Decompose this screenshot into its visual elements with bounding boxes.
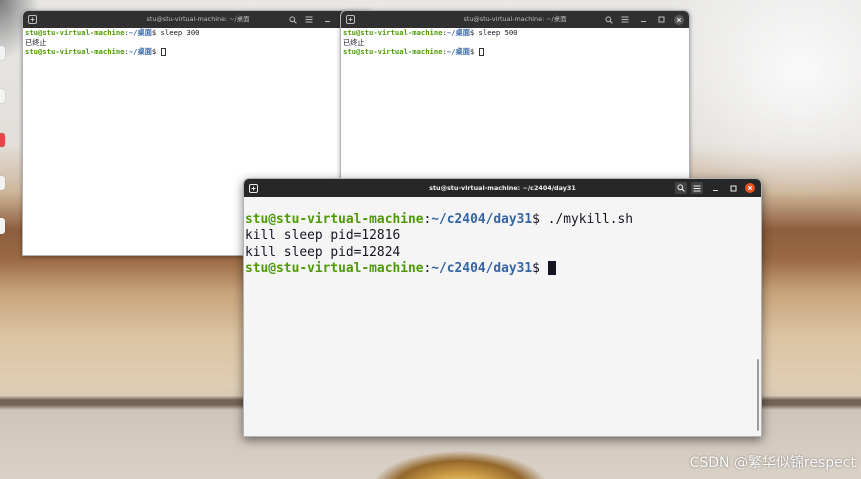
output-text: kill sleep pid=12824 <box>245 244 401 260</box>
maximize-icon[interactable] <box>727 182 739 194</box>
prompt-path: ~/桌面 <box>446 47 470 56</box>
command-text: $ sleep 500 <box>469 28 518 37</box>
prompt-line: stu@stu-virtual-machine:~/桌面$ <box>343 47 689 57</box>
command-text: $ <box>469 47 479 56</box>
output-line: 已终止 <box>343 38 689 48</box>
prompt-path: ~/桌面 <box>128 28 152 37</box>
prompt-user: stu@stu-virtual-machine <box>25 28 125 37</box>
prompt-user: stu@stu-virtual-machine <box>245 260 424 276</box>
title-bar[interactable]: stu@stu-virtual-machine: ~/c2404/day31 <box>244 179 761 197</box>
output-line: kill sleep pid=12824 <box>245 245 761 261</box>
close-icon[interactable] <box>744 182 756 194</box>
command-text: $ ./mykill.sh <box>532 212 634 227</box>
minimize-icon[interactable] <box>637 14 649 26</box>
menu-icon[interactable] <box>303 14 315 26</box>
minimize-icon[interactable] <box>321 14 333 26</box>
output-text: 已终止 <box>343 37 365 47</box>
command-text: $ sleep 300 <box>151 28 200 37</box>
output-line: kill sleep pid=12816 <box>245 228 761 244</box>
close-icon[interactable] <box>673 14 685 26</box>
search-icon[interactable] <box>287 14 299 26</box>
desktop-app-icon[interactable] <box>0 176 5 190</box>
output-line: 已终止 <box>25 38 373 48</box>
prompt-user: stu@stu-virtual-machine <box>343 28 443 37</box>
prompt-path: ~/桌面 <box>446 28 470 37</box>
terminal-output[interactable]: stu@stu-virtual-machine:~/c2404/day31$ .… <box>244 197 761 436</box>
prompt-line: stu@stu-virtual-machine:~/桌面$ <box>25 47 373 57</box>
prompt-user: stu@stu-virtual-machine <box>25 47 125 56</box>
command-text: $ <box>151 47 161 56</box>
desktop-app-icon[interactable] <box>0 46 5 60</box>
maximize-icon[interactable] <box>655 14 667 26</box>
menu-icon[interactable] <box>619 14 631 26</box>
menu-icon[interactable] <box>691 182 703 194</box>
prompt-user: stu@stu-virtual-machine <box>245 212 424 227</box>
search-icon[interactable] <box>675 182 687 194</box>
terminal-window-front[interactable]: stu@stu-virtual-machine: ~/c2404/day31 s… <box>243 178 762 437</box>
output-text: 已终止 <box>25 37 47 47</box>
prompt-path: ~/桌面 <box>128 47 152 56</box>
output-text: kill sleep pid=12816 <box>245 228 401 244</box>
desktop-app-icon[interactable] <box>0 89 5 103</box>
text-cursor <box>478 47 484 56</box>
prompt-line: stu@stu-virtual-machine:~/c2404/day31$ <box>245 260 761 277</box>
desktop-app-icon[interactable] <box>0 133 5 147</box>
text-cursor <box>547 260 556 275</box>
prompt-line: stu@stu-virtual-machine:~/桌面$ sleep 300 <box>25 28 373 38</box>
title-bar[interactable]: stu@stu-virtual-machine: ~/桌面 <box>23 11 373 28</box>
prompt-line: stu@stu-virtual-machine:~/桌面$ sleep 500 <box>343 28 689 38</box>
prompt-user: stu@stu-virtual-machine <box>343 47 443 56</box>
prompt-path: ~/c2404/day31 <box>431 212 533 227</box>
text-cursor <box>160 47 166 56</box>
command-text: $ <box>532 260 548 276</box>
search-icon[interactable] <box>603 14 615 26</box>
prompt-line: stu@stu-virtual-machine:~/c2404/day31$ .… <box>245 212 761 228</box>
scrollbar[interactable] <box>757 359 759 431</box>
desktop-app-icon[interactable] <box>0 218 5 234</box>
prompt-path: ~/c2404/day31 <box>431 260 533 276</box>
title-bar[interactable]: stu@stu-virtual-machine: ~/桌面 <box>341 11 689 28</box>
watermark: CSDN @繁华似锦respect <box>689 455 856 471</box>
minimize-icon[interactable] <box>709 182 721 194</box>
